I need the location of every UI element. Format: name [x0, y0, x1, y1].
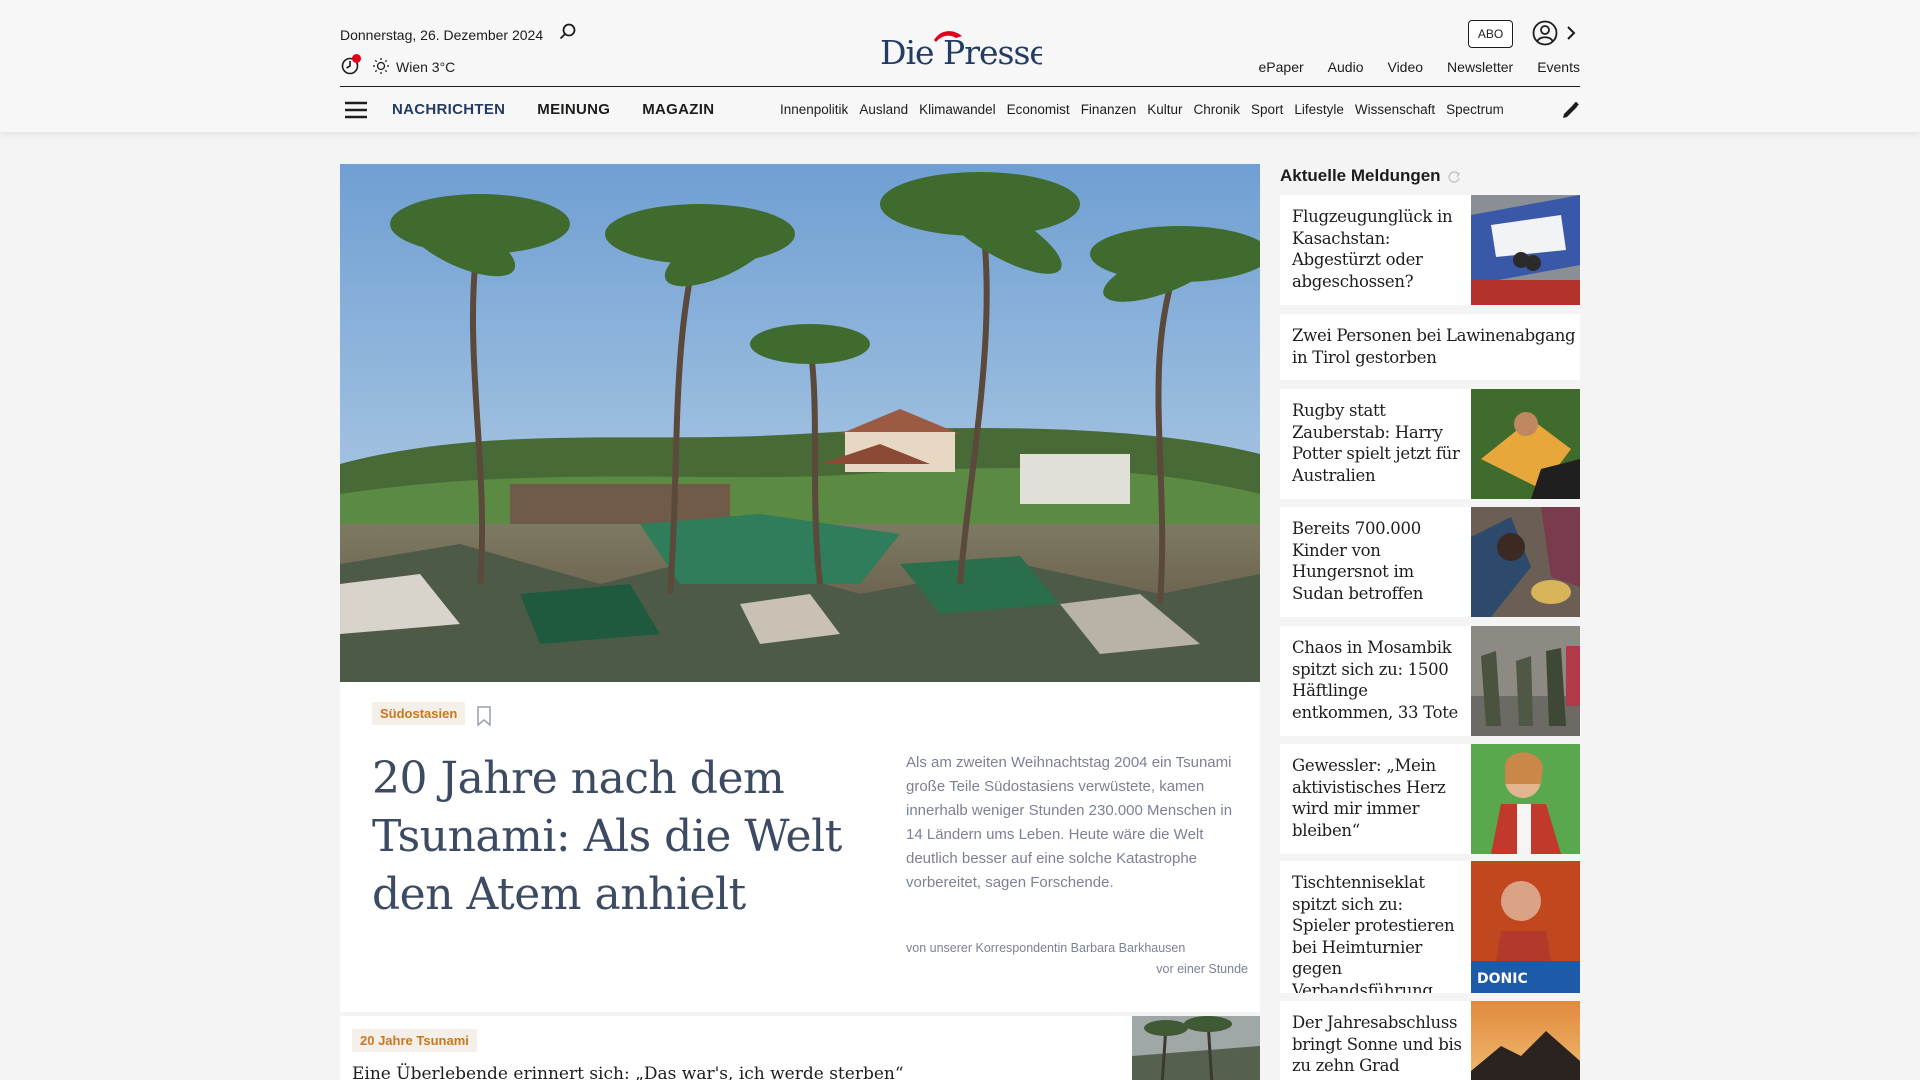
- svg-text:DONIC: DONIC: [1477, 971, 1528, 987]
- hero-photo: [340, 164, 1260, 682]
- second-thumbnail[interactable]: [1132, 1016, 1260, 1080]
- hero-teaser: Als am zweiten Weihnachtstag 2004 ein Ts…: [906, 754, 1233, 891]
- refresh-icon: [1448, 171, 1460, 183]
- main-nav: NACHRICHTEN MEINUNG MAGAZIN: [392, 101, 714, 118]
- sidebar-heading: Aktuelle Meldungen: [1280, 166, 1441, 185]
- top-link-epaper[interactable]: ePaper: [1259, 59, 1304, 75]
- sidebar-item-title: Rugby statt Zauberstab: Harry Potter spi…: [1292, 401, 1460, 485]
- sidebar-item-title: Der Jahresabschluss bringt Sonne und bis…: [1292, 1013, 1462, 1075]
- top-link-audio[interactable]: Audio: [1328, 59, 1364, 75]
- sub-nav: Innenpolitik Ausland Klimawandel Economi…: [780, 102, 1545, 117]
- sidebar-item-thumbnail: [1471, 507, 1580, 617]
- hero-author: von unserer Korrespondentin Barbara Bark…: [906, 941, 1186, 955]
- sun-icon: [373, 58, 389, 74]
- sidebar-item-thumbnail: [1471, 626, 1580, 736]
- subnav-wissenschaft[interactable]: Wissenschaft: [1355, 102, 1435, 117]
- die-presse-logo[interactable]: Die Presse: [878, 26, 1042, 72]
- sidebar-item[interactable]: Der Jahresabschluss bringt Sonne und bis…: [1280, 1001, 1580, 1080]
- sidebar-item-title: Chaos in Mosambik spitzt sich zu: 1500 H…: [1292, 638, 1459, 722]
- pencil-icon[interactable]: [1561, 101, 1580, 120]
- second-tag[interactable]: 20 Jahre Tsunami: [352, 1029, 477, 1052]
- sidebar-item-thumbnail: [1471, 1001, 1580, 1080]
- sidebar-item-title: Zwei Personen bei Lawinenabgang in Tirol…: [1292, 326, 1576, 367]
- subnav-klimawandel[interactable]: Klimawandel: [919, 102, 996, 117]
- sidebar-item-title: Tischtenniseklat spitzt sich zu: Spieler…: [1292, 873, 1455, 993]
- sidebar-item[interactable]: Flugzeugunglück in Kasachstan: Abgestürz…: [1280, 195, 1580, 305]
- sidebar-item-title: Bereits 700.000 Kinder von Hungersnot im…: [1292, 519, 1424, 603]
- subnav-kultur[interactable]: Kultur: [1147, 102, 1182, 117]
- hero-image[interactable]: [340, 164, 1260, 682]
- header-divider: [340, 86, 1580, 87]
- sidebar-item-thumbnail: [1471, 195, 1580, 305]
- subnav-innenpolitik[interactable]: Innenpolitik: [780, 102, 848, 117]
- sidebar-item-title: Flugzeugunglück in Kasachstan: Abgestürz…: [1292, 207, 1453, 291]
- top-link-events[interactable]: Events: [1537, 59, 1580, 75]
- sidebar-item[interactable]: Rugby statt Zauberstab: Harry Potter spi…: [1280, 389, 1580, 499]
- weather-label[interactable]: Wien 3°C: [396, 59, 455, 75]
- sidebar-item-thumbnail: [1471, 744, 1580, 854]
- user-icon[interactable]: [1532, 20, 1558, 46]
- subnav-lifestyle[interactable]: Lifestyle: [1294, 102, 1344, 117]
- sidebar-item[interactable]: Gewessler: „Mein aktivistisches Herz wir…: [1280, 744, 1580, 854]
- subnav-economist[interactable]: Economist: [1007, 102, 1070, 117]
- top-links: ePaper Audio Video Newsletter Events: [1259, 59, 1580, 75]
- second-headline[interactable]: Eine Überlebende erinnert sich: „Das war…: [352, 1064, 904, 1080]
- hero-tag[interactable]: Südostasien: [372, 702, 466, 725]
- subnav-finanzen[interactable]: Finanzen: [1081, 102, 1137, 117]
- subnav-sport[interactable]: Sport: [1251, 102, 1283, 117]
- nav-meinung[interactable]: MEINUNG: [537, 101, 610, 118]
- sidebar-item-thumbnail: [1471, 389, 1580, 499]
- nav-nachrichten[interactable]: NACHRICHTEN: [392, 101, 505, 118]
- nav-magazin[interactable]: MAGAZIN: [642, 101, 714, 118]
- sidebar-item[interactable]: Bereits 700.000 Kinder von Hungersnot im…: [1280, 507, 1580, 617]
- top-link-newsletter[interactable]: Newsletter: [1447, 59, 1513, 75]
- subnav-fade: [1495, 96, 1545, 124]
- abo-button[interactable]: ABO: [1468, 20, 1513, 48]
- sidebar-item-thumbnail: DONIC: [1471, 861, 1580, 993]
- hero-time: vor einer Stunde: [1156, 962, 1248, 976]
- chevron-right-icon[interactable]: [1565, 24, 1577, 42]
- search-icon[interactable]: [558, 22, 578, 42]
- site-header: Donnerstag, 26. Dezember 2024 Wien 3°C D…: [0, 0, 1920, 132]
- hero-headline[interactable]: 20 Jahre nach dem Tsunami: Als die Welt …: [372, 750, 842, 924]
- subnav-chronik[interactable]: Chronik: [1194, 102, 1241, 117]
- sidebar-item-title: Gewessler: „Mein aktivistisches Herz wir…: [1292, 756, 1446, 840]
- notification-dot: [352, 54, 361, 63]
- current-date: Donnerstag, 26. Dezember 2024: [340, 27, 544, 43]
- top-link-video[interactable]: Video: [1387, 59, 1423, 75]
- subnav-ausland[interactable]: Ausland: [859, 102, 908, 117]
- sidebar-item[interactable]: Zwei Personen bei Lawinenabgang in Tirol…: [1280, 314, 1580, 380]
- svg-text:Die Presse: Die Presse: [880, 33, 1042, 72]
- menu-icon[interactable]: [344, 99, 368, 121]
- sidebar-item[interactable]: Chaos in Mosambik spitzt sich zu: 1500 H…: [1280, 626, 1580, 736]
- sidebar-item[interactable]: Tischtenniseklat spitzt sich zu: Spieler…: [1280, 861, 1580, 993]
- bookmark-icon[interactable]: [476, 706, 492, 726]
